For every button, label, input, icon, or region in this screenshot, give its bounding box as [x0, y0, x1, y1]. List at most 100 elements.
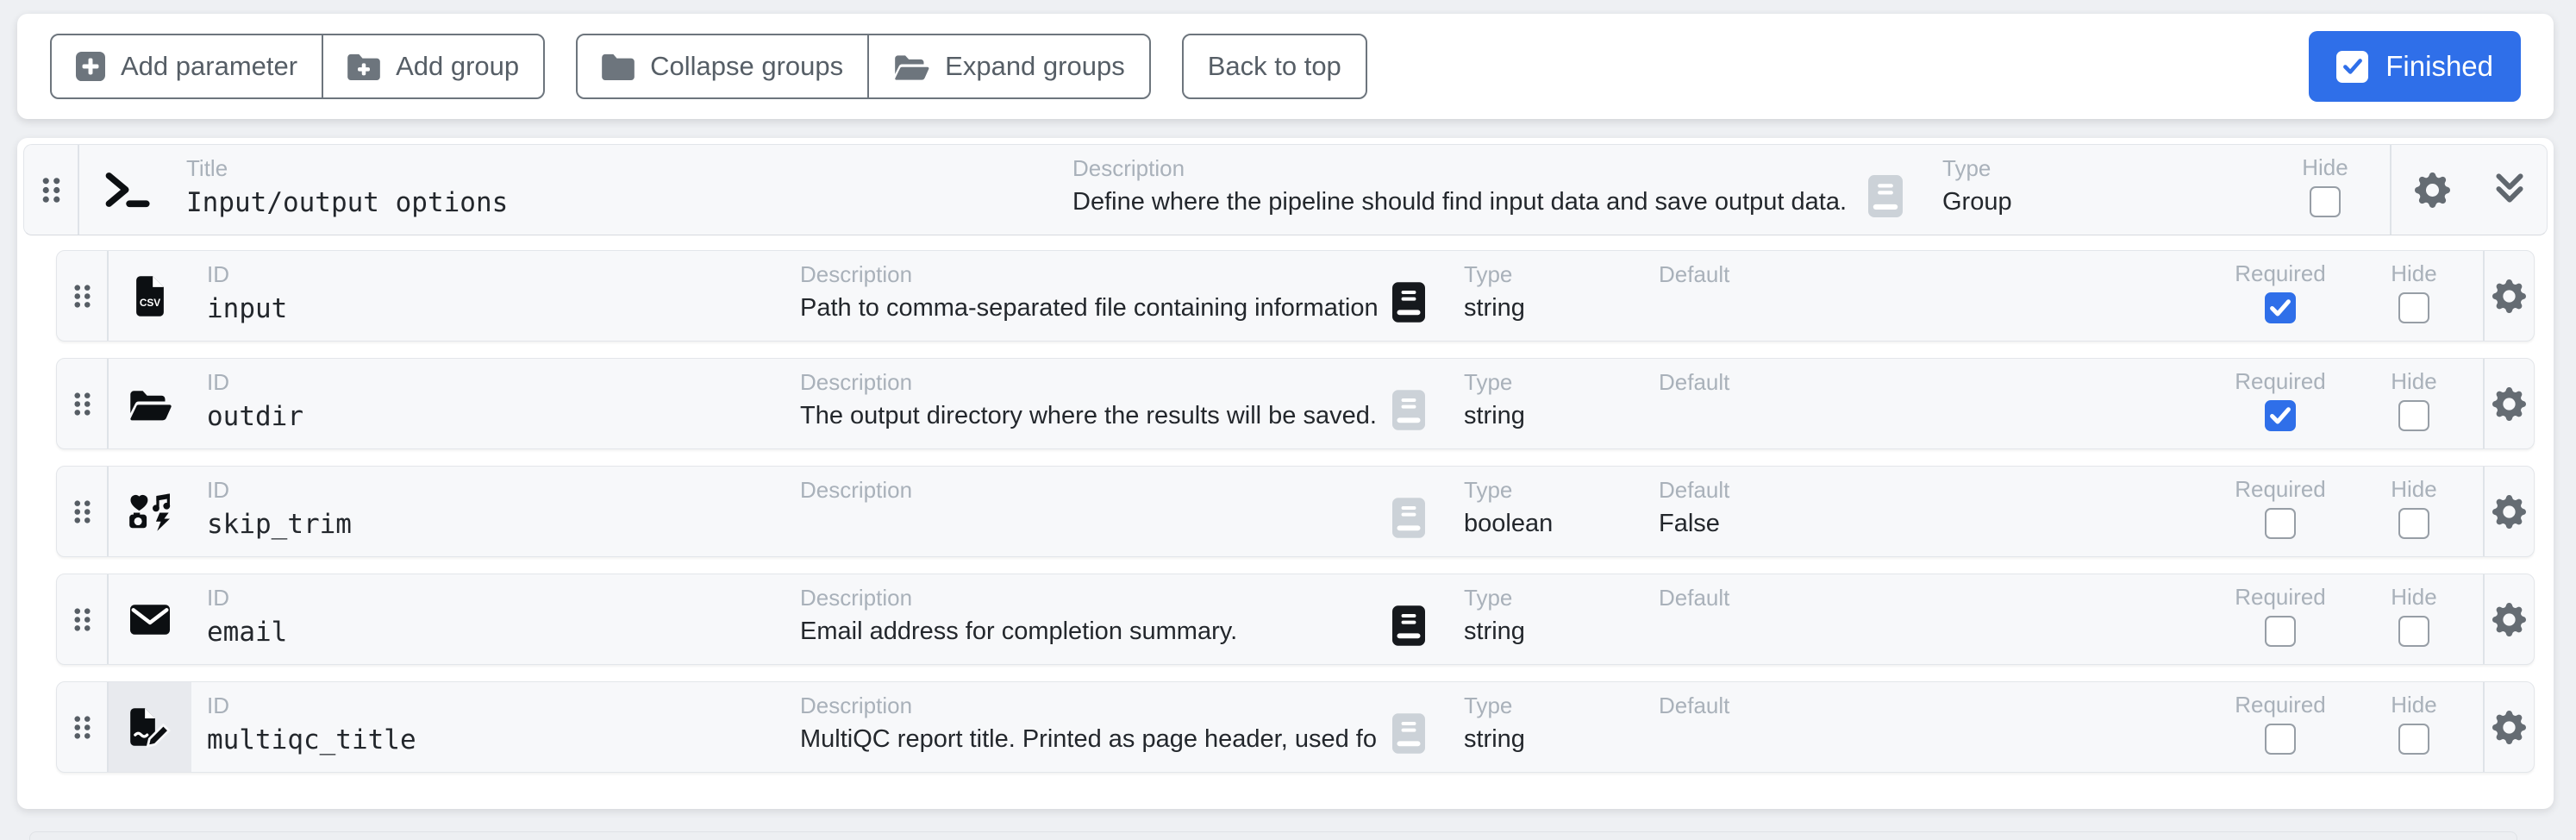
- default-label: Default: [1659, 586, 2216, 609]
- param-default-field[interactable]: Default False: [1647, 467, 2216, 556]
- param-description-value[interactable]: The output directory where the results w…: [800, 402, 1378, 430]
- group-title-value[interactable]: Input/output options: [186, 188, 1072, 219]
- hide-checkbox[interactable]: [2398, 724, 2429, 755]
- param-required-field: Required: [2216, 467, 2345, 556]
- group-settings-button[interactable]: [2390, 145, 2473, 235]
- parameter-row-outdir: ID outdir Description The output directo…: [56, 358, 2535, 449]
- required-checkbox[interactable]: [2265, 724, 2296, 755]
- hide-checkbox[interactable]: [2398, 292, 2429, 323]
- add-group-button[interactable]: Add group: [322, 34, 545, 99]
- drag-handle[interactable]: [57, 467, 109, 556]
- param-type-field[interactable]: Type string: [1440, 359, 1647, 448]
- required-checkbox[interactable]: [2265, 616, 2296, 647]
- help-text-icon[interactable]: [1854, 145, 1916, 235]
- collapse-group-button[interactable]: [2473, 145, 2547, 235]
- folder-open-icon[interactable]: [109, 359, 191, 448]
- id-label: ID: [207, 371, 800, 393]
- param-id-field[interactable]: ID skip_trim: [191, 467, 800, 556]
- param-id-field[interactable]: ID outdir: [191, 359, 800, 448]
- param-id-value[interactable]: multiqc_title: [207, 725, 800, 756]
- help-text-icon[interactable]: [1378, 467, 1440, 556]
- param-settings-button[interactable]: [2483, 682, 2534, 772]
- param-id-value[interactable]: input: [207, 294, 800, 325]
- param-required-field: Required: [2216, 359, 2345, 448]
- collapse-groups-button[interactable]: Collapse groups: [576, 34, 869, 99]
- description-label: Description: [800, 371, 1378, 393]
- description-label: Description: [800, 263, 1378, 285]
- param-settings-button[interactable]: [2483, 574, 2534, 664]
- param-hide-field: Hide: [2345, 359, 2483, 448]
- back-to-top-label: Back to top: [1208, 51, 1341, 82]
- group-type-value: Group: [1942, 188, 2141, 216]
- param-type-value[interactable]: string: [1464, 617, 1647, 646]
- param-settings-button[interactable]: [2483, 359, 2534, 448]
- finished-button[interactable]: Finished: [2309, 31, 2521, 102]
- next-group-partial: [29, 831, 2517, 840]
- param-type-value[interactable]: string: [1464, 725, 1647, 754]
- param-description-field[interactable]: Description MultiQC report title. Printe…: [800, 682, 1378, 772]
- param-default-value[interactable]: False: [1659, 510, 2216, 538]
- back-to-top-button[interactable]: Back to top: [1182, 34, 1367, 99]
- param-description-field[interactable]: Description The output directory where t…: [800, 359, 1378, 448]
- help-text-icon[interactable]: [1378, 574, 1440, 664]
- hide-checkbox[interactable]: [2398, 400, 2429, 431]
- required-checkbox[interactable]: [2265, 508, 2296, 539]
- param-description-field[interactable]: Description Path to comma-separated file…: [800, 251, 1378, 341]
- group-description-value[interactable]: Define where the pipeline should find in…: [1072, 188, 1854, 216]
- group-title-field[interactable]: Title Input/output options: [176, 145, 1072, 235]
- param-description-value[interactable]: Email address for completion summary.: [800, 617, 1378, 646]
- parameter-row-input: ID input Description Path to comma-separ…: [56, 250, 2535, 342]
- drag-handle[interactable]: [57, 682, 109, 772]
- param-id-value[interactable]: email: [207, 617, 800, 649]
- required-checkbox[interactable]: [2265, 400, 2296, 431]
- param-description-field[interactable]: Description Email address for completion…: [800, 574, 1378, 664]
- param-settings-button[interactable]: [2483, 467, 2534, 556]
- required-checkbox[interactable]: [2265, 292, 2296, 323]
- envelope-icon[interactable]: [109, 574, 191, 664]
- drag-handle[interactable]: [57, 359, 109, 448]
- param-type-value[interactable]: boolean: [1464, 510, 1647, 538]
- toolbar: Add parameter Add group Collapse groups …: [17, 14, 2554, 119]
- param-id-field[interactable]: ID email: [191, 574, 800, 664]
- hide-label: Hide: [2391, 693, 2436, 716]
- param-type-field[interactable]: Type string: [1440, 251, 1647, 341]
- group-description-field[interactable]: Description Define where the pipeline sh…: [1072, 145, 1854, 235]
- file-signature-icon[interactable]: [109, 682, 191, 772]
- param-id-field[interactable]: ID multiqc_title: [191, 682, 800, 772]
- type-label: Type: [1464, 586, 1647, 609]
- param-type-field[interactable]: Type string: [1440, 574, 1647, 664]
- expand-groups-button[interactable]: Expand groups: [867, 34, 1151, 99]
- param-description-value[interactable]: MultiQC report title. Printed as page he…: [800, 725, 1378, 754]
- help-text-icon[interactable]: [1378, 251, 1440, 341]
- param-type-field[interactable]: Type string: [1440, 682, 1647, 772]
- add-parameter-button[interactable]: Add parameter: [50, 34, 323, 99]
- help-text-icon[interactable]: [1378, 359, 1440, 448]
- param-hide-field: Hide: [2345, 574, 2483, 664]
- param-id-value[interactable]: outdir: [207, 402, 800, 433]
- param-type-value[interactable]: string: [1464, 294, 1647, 323]
- param-id-value[interactable]: skip_trim: [207, 510, 800, 541]
- param-type-field[interactable]: Type boolean: [1440, 467, 1647, 556]
- param-id-field[interactable]: ID input: [191, 251, 800, 341]
- param-type-value[interactable]: string: [1464, 402, 1647, 430]
- hide-checkbox[interactable]: [2310, 186, 2341, 217]
- drag-handle[interactable]: [24, 145, 79, 235]
- file-csv-icon[interactable]: [109, 251, 191, 341]
- drag-handle[interactable]: [57, 251, 109, 341]
- hide-checkbox[interactable]: [2398, 508, 2429, 539]
- drag-handle[interactable]: [57, 574, 109, 664]
- param-description-field[interactable]: Description: [800, 467, 1378, 556]
- help-text-icon[interactable]: [1378, 682, 1440, 772]
- param-default-field[interactable]: Default: [1647, 359, 2216, 448]
- icons-picker-icon[interactable]: [109, 467, 191, 556]
- type-label: Type: [1464, 479, 1647, 501]
- param-settings-button[interactable]: [2483, 251, 2534, 341]
- param-description-value[interactable]: Path to comma-separated file containing …: [800, 294, 1378, 323]
- hide-checkbox[interactable]: [2398, 616, 2429, 647]
- param-default-field[interactable]: Default: [1647, 682, 2216, 772]
- param-default-field[interactable]: Default: [1647, 574, 2216, 664]
- folder-icon: [602, 53, 635, 80]
- description-label: Description: [800, 586, 1378, 609]
- id-label: ID: [207, 479, 800, 501]
- param-default-field[interactable]: Default: [1647, 251, 2216, 341]
